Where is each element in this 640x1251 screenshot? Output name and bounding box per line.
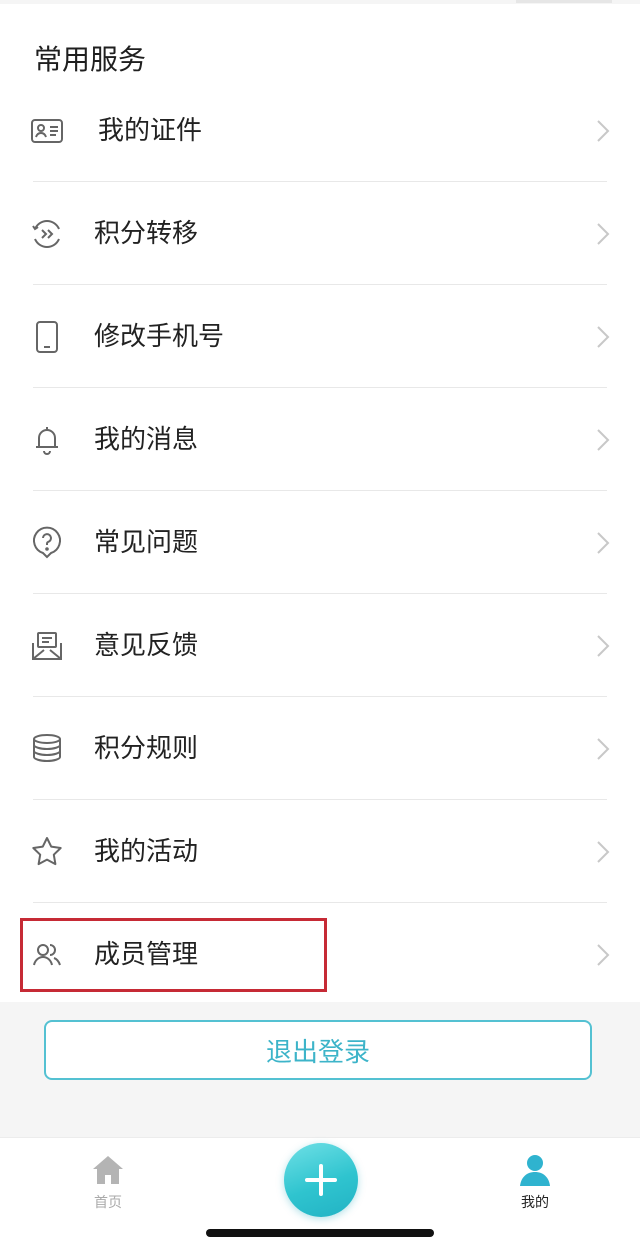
menu-item-feedback[interactable]: 意见反馈 [0, 595, 640, 697]
divider [33, 490, 607, 491]
coins-stack-icon [30, 732, 64, 766]
menu-item-label: 我的活动 [94, 837, 199, 867]
chevron-right-icon [596, 325, 610, 349]
divider [33, 799, 607, 800]
divider [33, 902, 607, 903]
tab-mine[interactable]: 我的 [485, 1152, 585, 1232]
chevron-right-icon [596, 531, 610, 555]
section-title: 常用服务 [34, 43, 147, 76]
top-strip [0, 0, 640, 4]
chevron-right-icon [596, 737, 610, 761]
chevron-right-icon [596, 634, 610, 658]
menu-item-label: 意见反馈 [94, 631, 199, 661]
divider [33, 696, 607, 697]
tab-mine-label: 我的 [521, 1195, 549, 1211]
menu-item-faq[interactable]: 常见问题 [0, 492, 640, 594]
menu-item-change-phone[interactable]: 修改手机号 [0, 286, 640, 388]
transfer-icon [30, 217, 64, 251]
highlight-box [20, 918, 327, 992]
feedback-icon [30, 629, 64, 663]
tab-home-label: 首页 [94, 1195, 122, 1211]
menu-item-points-transfer[interactable]: 积分转移 [0, 183, 640, 285]
menu-item-label: 修改手机号 [94, 322, 225, 352]
chevron-right-icon [596, 119, 610, 143]
chevron-right-icon [596, 222, 610, 246]
chevron-right-icon [596, 943, 610, 967]
home-icon [90, 1152, 126, 1188]
menu-item-label: 我的证件 [98, 116, 203, 146]
menu-item-label: 积分转移 [94, 219, 199, 249]
add-button[interactable] [284, 1143, 358, 1217]
chevron-right-icon [596, 428, 610, 452]
menu-item-my-messages[interactable]: 我的消息 [0, 389, 640, 491]
divider [33, 181, 607, 182]
menu-item-label: 我的消息 [94, 425, 199, 455]
divider [33, 593, 607, 594]
question-icon [30, 526, 64, 560]
bell-icon [30, 423, 64, 457]
star-icon [30, 835, 64, 869]
user-icon [517, 1152, 553, 1188]
menu-item-label: 常见问题 [94, 528, 199, 558]
menu-item-my-activities[interactable]: 我的活动 [0, 801, 640, 903]
id-card-icon [30, 114, 64, 148]
chevron-right-icon [596, 840, 610, 864]
menu-item-points-rules[interactable]: 积分规则 [0, 698, 640, 800]
divider [33, 284, 607, 285]
common-services-card: 常用服务 我的证件 积分转移 修改手机号 我的消息 常见问题 意见反馈 积分规则… [0, 0, 640, 1002]
plus-icon [301, 1160, 341, 1200]
logout-button[interactable]: 退出登录 [44, 1020, 592, 1080]
tab-home[interactable]: 首页 [58, 1152, 158, 1232]
phone-icon [30, 320, 64, 354]
divider [33, 387, 607, 388]
menu-item-label: 积分规则 [94, 734, 199, 764]
menu-item-my-documents[interactable]: 我的证件 [0, 80, 640, 182]
home-indicator [206, 1229, 434, 1237]
